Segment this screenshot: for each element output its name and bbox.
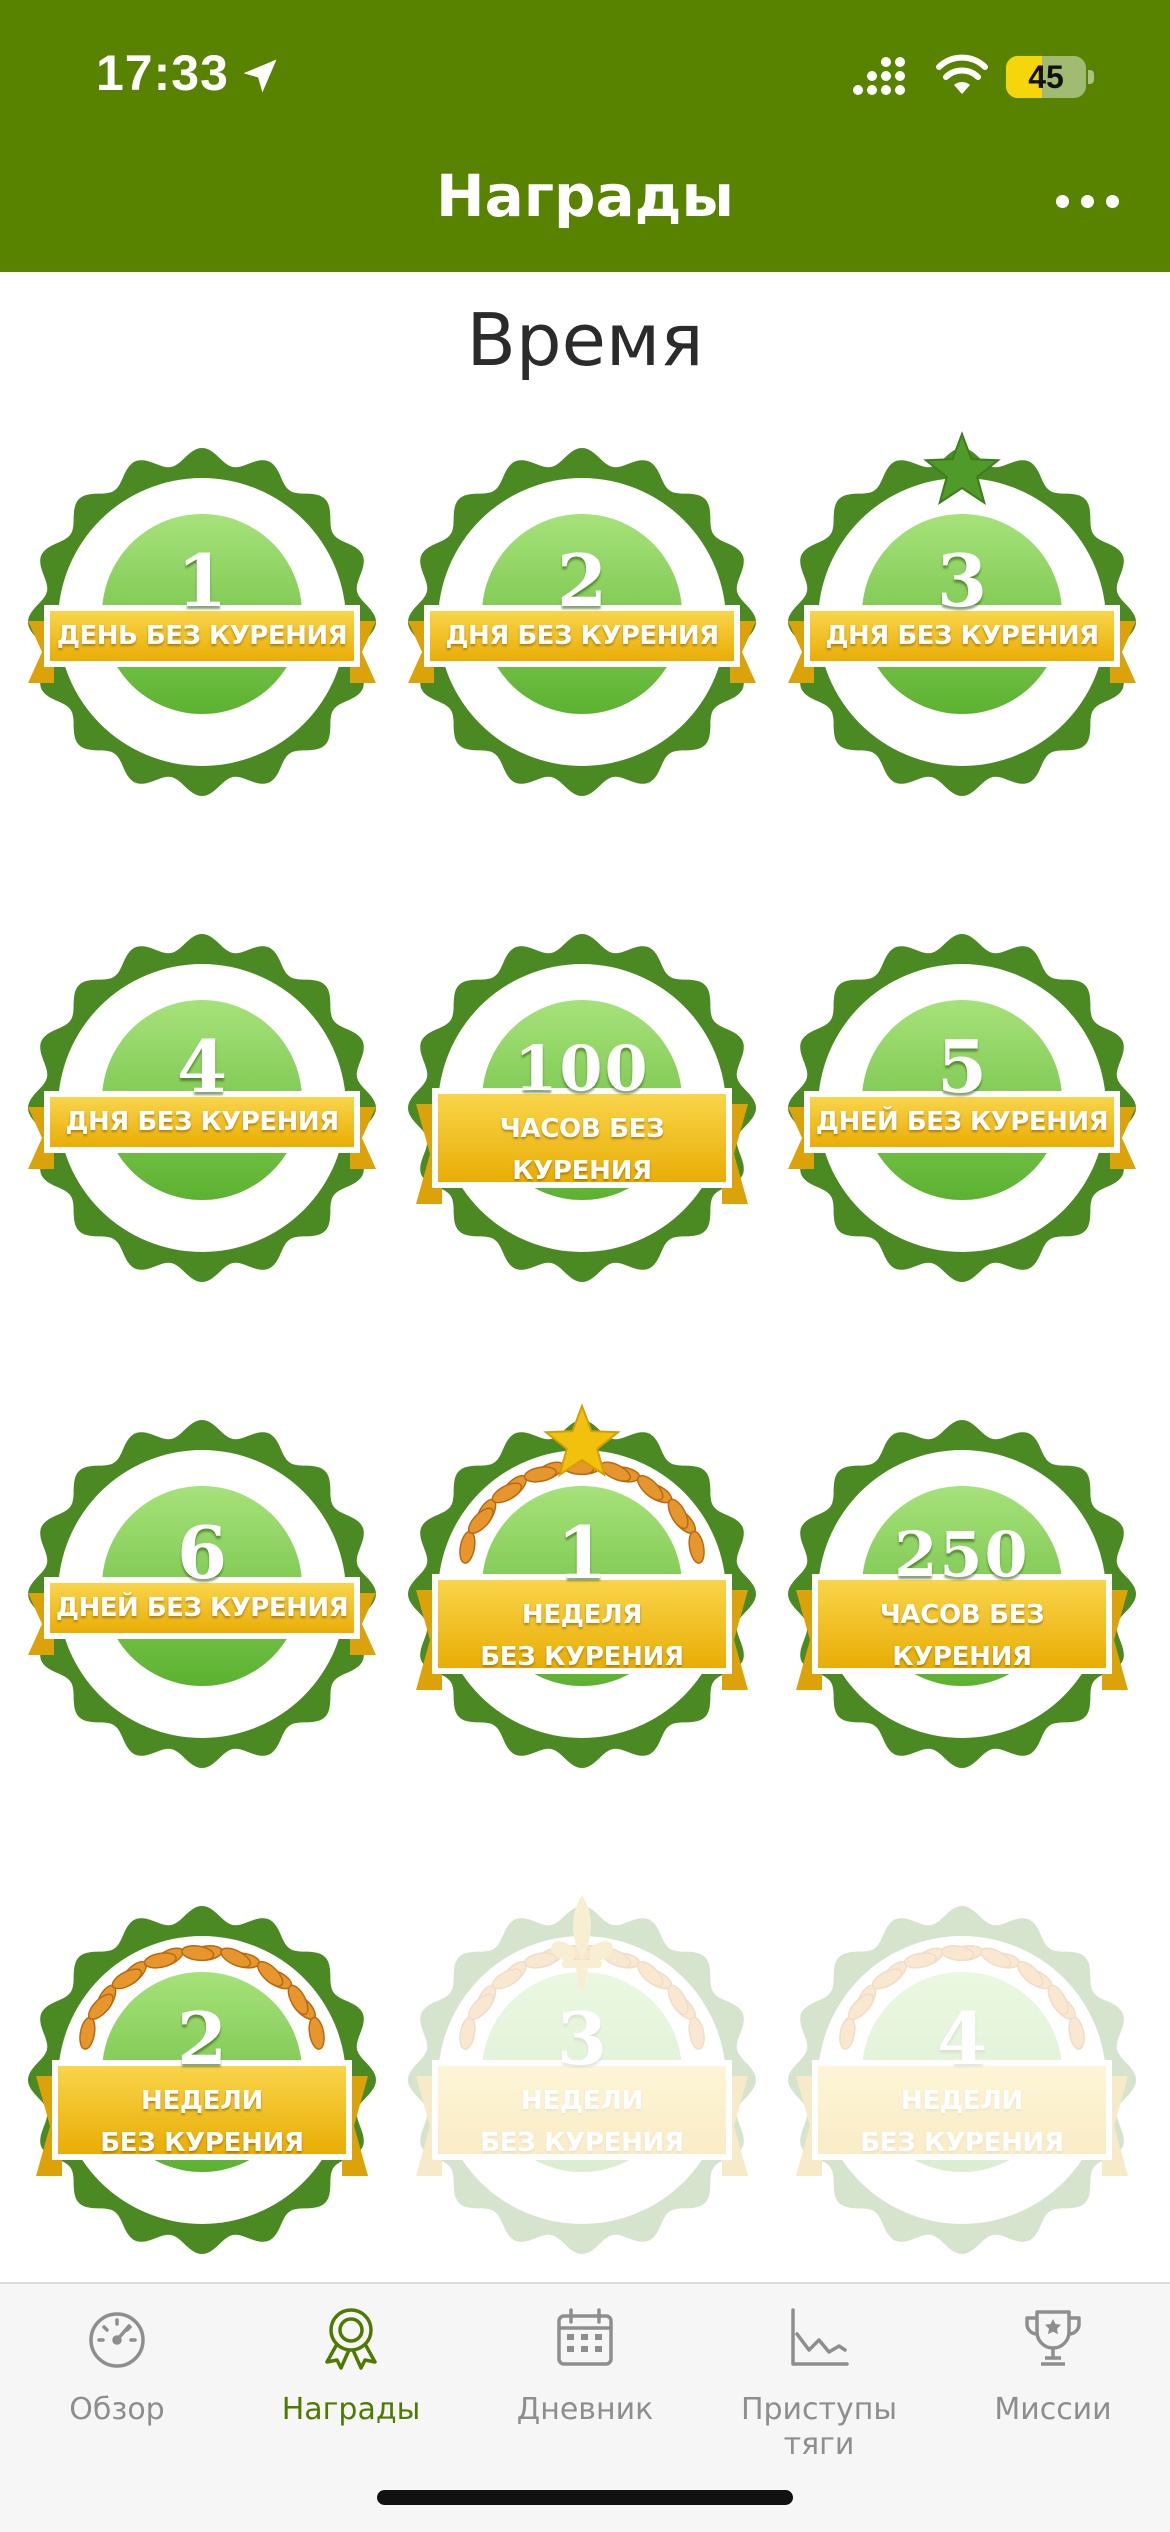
status-time: 17:33 <box>96 45 229 101</box>
tab-label: Приступы тяги <box>740 2392 898 2462</box>
status-bar: 17:33 45 <box>0 0 1170 150</box>
battery-icon: 45 <box>1006 56 1086 98</box>
award-badge[interactable]: 4 НЕДЕЛИ БЕЗ КУРЕНИЯ <box>782 1890 1142 2270</box>
award-badge[interactable]: 6 ДНЕЙ БЕЗ КУРЕНИЯ <box>22 1404 382 1784</box>
badge-number: 100 <box>514 1032 650 1105</box>
badge-number: 3 <box>936 538 988 623</box>
chart-icon <box>791 2308 849 2366</box>
tab-overview[interactable]: Обзор <box>0 2284 234 2454</box>
badge-number: 2 <box>176 1996 228 2081</box>
badge-number: 1 <box>556 1510 608 1595</box>
more-options-button[interactable] <box>1056 190 1120 214</box>
tab-label: Обзор <box>69 2392 165 2427</box>
tab-label: Дневник <box>516 2392 654 2427</box>
cellular-signal-icon <box>853 57 905 95</box>
speedometer-icon <box>89 2312 145 2368</box>
award-icon <box>325 2308 377 2370</box>
tab-missions[interactable]: Миссии <box>936 2284 1170 2454</box>
badge-number: 4 <box>936 1996 988 2081</box>
wifi-icon <box>936 54 988 94</box>
section-title: Время <box>466 298 704 382</box>
battery-cap <box>1088 70 1094 84</box>
trophy-icon <box>1025 2310 1081 2366</box>
home-indicator <box>377 2490 793 2505</box>
badge-label: ДНЯ БЕЗ КУРЕНИЯ <box>825 621 1099 651</box>
badge-label: ЧАСОВ БЕЗ КУРЕНИЯ <box>499 1114 665 1186</box>
header-bar: 17:33 45 Награды <box>0 0 1170 272</box>
badge-label: ДНЯ БЕЗ КУРЕНИЯ <box>445 621 719 651</box>
badge-number: 6 <box>176 1510 228 1595</box>
award-badge[interactable]: 2 ДНЯ БЕЗ КУРЕНИЯ <box>402 432 762 812</box>
badge-label: ДНЯ БЕЗ КУРЕНИЯ <box>65 1107 339 1137</box>
tab-cravings[interactable]: Приступы тяги <box>702 2284 936 2462</box>
award-badge[interactable]: 5 ДНЕЙ БЕЗ КУРЕНИЯ <box>782 918 1142 1298</box>
badge-label: НЕДЕЛИ БЕЗ КУРЕНИЯ <box>480 2086 684 2158</box>
badge-label: НЕДЕЛИ БЕЗ КУРЕНИЯ <box>100 2086 304 2158</box>
award-badge[interactable]: 3 НЕДЕЛИ БЕЗ КУРЕНИЯ <box>402 1890 762 2270</box>
battery-level: 45 <box>1028 59 1064 95</box>
badge-label: ДНЕЙ БЕЗ КУРЕНИЯ <box>815 1107 1109 1137</box>
award-badge[interactable]: 250 ЧАСОВ БЕЗ КУРЕНИЯ <box>782 1404 1142 1784</box>
award-badge[interactable]: 3 ДНЯ БЕЗ КУРЕНИЯ <box>782 431 1142 812</box>
badge-number: 4 <box>176 1024 228 1109</box>
badge-label: ДНЕЙ БЕЗ КУРЕНИЯ <box>55 1593 349 1623</box>
badge-label: ДЕНЬ БЕЗ КУРЕНИЯ <box>56 621 348 651</box>
ellipsis-icon <box>1056 195 1069 208</box>
badge-number: 3 <box>556 1996 608 2081</box>
tab-label: Награды <box>281 2392 421 2427</box>
award-badge[interactable]: 4 ДНЯ БЕЗ КУРЕНИЯ <box>22 918 382 1298</box>
calendar-icon <box>557 2308 613 2366</box>
badge-number: 250 <box>894 1518 1030 1591</box>
badge-number: 2 <box>556 538 608 623</box>
award-badge[interactable]: 2 НЕДЕЛИ БЕЗ КУРЕНИЯ <box>22 1890 382 2270</box>
page-title: Награды <box>436 162 734 230</box>
award-badge[interactable]: 100 ЧАСОВ БЕЗ КУРЕНИЯ <box>402 918 762 1298</box>
tab-label: Миссии <box>994 2392 1112 2427</box>
tab-awards[interactable]: Награды <box>234 2284 468 2454</box>
badge-label: ЧАСОВ БЕЗ КУРЕНИЯ <box>879 1600 1045 1672</box>
badge-number: 1 <box>176 538 228 623</box>
badge-label: НЕДЕЛИ БЕЗ КУРЕНИЯ <box>860 2086 1064 2158</box>
location-arrow-icon <box>243 59 277 93</box>
award-badge[interactable]: 1 НЕДЕЛЯ БЕЗ КУРЕНИЯ <box>402 1403 762 1784</box>
badge-label: НЕДЕЛЯ БЕЗ КУРЕНИЯ <box>480 1600 684 1672</box>
award-badge[interactable]: 1 ДЕНЬ БЕЗ КУРЕНИЯ <box>22 432 382 812</box>
badge-number: 5 <box>936 1024 988 1109</box>
tab-diary[interactable]: Дневник <box>468 2284 702 2454</box>
